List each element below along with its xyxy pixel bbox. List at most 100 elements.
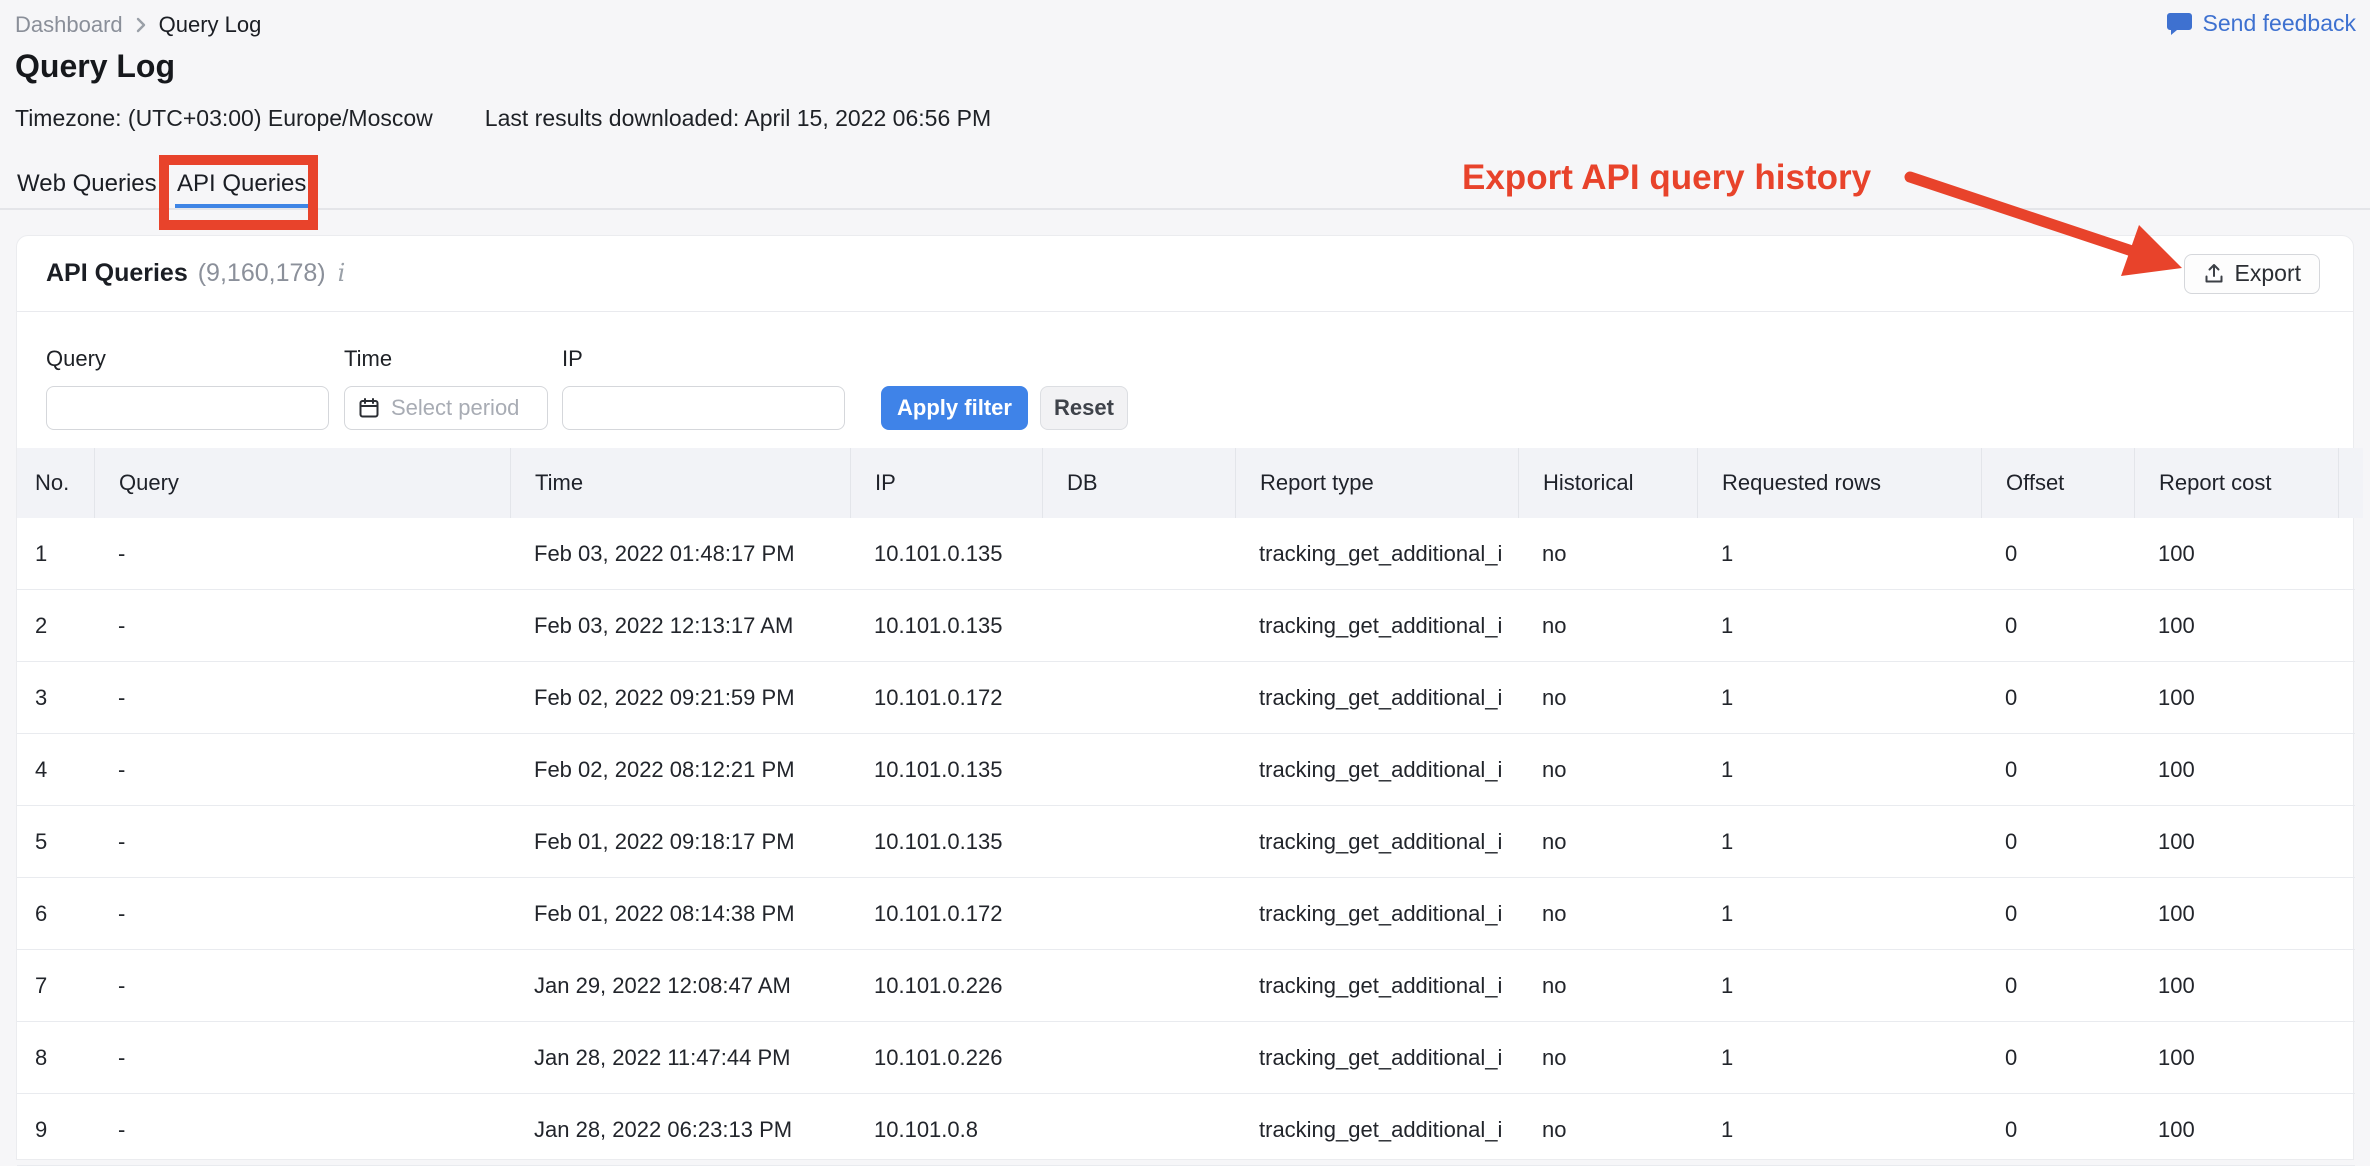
cell-db [1042,1094,1235,1165]
col-header-historical: Historical [1518,448,1697,518]
send-feedback-link[interactable]: Send feedback [2166,10,2356,37]
col-header-db: DB [1042,448,1235,518]
table-row: 3 - Feb 02, 2022 09:21:59 PM 10.101.0.17… [17,662,2355,734]
cell-query: - [94,662,510,733]
cell-time: Feb 02, 2022 08:12:21 PM [510,734,850,805]
cell-query: - [94,518,510,589]
cell-offset: 0 [1981,518,2134,589]
cell-report-type: tracking_get_additional_i [1235,590,1518,661]
cell-report-cost: 100 [2134,734,2338,805]
cell-query: - [94,950,510,1021]
cell-report-type: tracking_get_additional_i [1235,950,1518,1021]
last-results-text: Last results downloaded: April 15, 2022 … [485,105,991,132]
export-button[interactable]: Export [2184,254,2320,294]
table-row: 4 - Feb 02, 2022 08:12:21 PM 10.101.0.13… [17,734,2355,806]
cell-query: - [94,734,510,805]
calendar-icon [357,396,381,420]
cell-historical: no [1518,518,1697,589]
page-title: Query Log [15,48,175,85]
cell-requested-rows: 1 [1697,734,1981,805]
cell-time: Jan 28, 2022 06:23:13 PM [510,1094,850,1165]
cell-spacer [2338,662,2362,733]
cell-historical: no [1518,1094,1697,1165]
col-header-report-type: Report type [1235,448,1518,518]
table-row: 2 - Feb 03, 2022 12:13:17 AM 10.101.0.13… [17,590,2355,662]
cell-offset: 0 [1981,1094,2134,1165]
cell-historical: no [1518,1022,1697,1093]
col-header-ip: IP [850,448,1042,518]
queries-table: No. Query Time IP DB Report type Histori… [17,448,2355,1166]
cell-report-type: tracking_get_additional_i [1235,806,1518,877]
cell-requested-rows: 1 [1697,590,1981,661]
table-row: 6 - Feb 01, 2022 08:14:38 PM 10.101.0.17… [17,878,2355,950]
cell-spacer [2338,1094,2362,1165]
cell-report-cost: 100 [2134,518,2338,589]
cell-requested-rows: 1 [1697,518,1981,589]
col-header-requested-rows: Requested rows [1697,448,1981,518]
cell-time: Feb 02, 2022 09:21:59 PM [510,662,850,733]
cell-no: 6 [17,878,94,949]
cell-time: Jan 29, 2022 12:08:47 AM [510,950,850,1021]
cell-db [1042,878,1235,949]
cell-ip: 10.101.0.135 [850,734,1042,805]
chevron-right-icon [135,15,147,35]
cell-no: 8 [17,1022,94,1093]
upload-icon [2203,263,2225,285]
cell-query: - [94,806,510,877]
cell-offset: 0 [1981,878,2134,949]
col-header-no: No. [17,448,94,518]
cell-offset: 0 [1981,590,2134,661]
cell-ip: 10.101.0.135 [850,590,1042,661]
cell-spacer [2338,1022,2362,1093]
cell-historical: no [1518,806,1697,877]
cell-db [1042,662,1235,733]
cell-spacer [2338,734,2362,805]
cell-query: - [94,1094,510,1165]
cell-offset: 0 [1981,806,2134,877]
cell-no: 7 [17,950,94,1021]
cell-query: - [94,590,510,661]
table-row: 9 - Jan 28, 2022 06:23:13 PM 10.101.0.8 … [17,1094,2355,1166]
cell-ip: 10.101.0.172 [850,878,1042,949]
breadcrumb-current: Query Log [159,12,262,38]
apply-filter-button[interactable]: Apply filter [881,386,1028,430]
cell-requested-rows: 1 [1697,806,1981,877]
cell-requested-rows: 1 [1697,1022,1981,1093]
cell-historical: no [1518,950,1697,1021]
ip-filter-input[interactable] [562,386,845,430]
export-label: Export [2235,260,2301,287]
time-period-select[interactable]: Select period [344,386,548,430]
cell-db [1042,1022,1235,1093]
cell-historical: no [1518,590,1697,661]
cell-time: Jan 28, 2022 11:47:44 PM [510,1022,850,1093]
cell-report-type: tracking_get_additional_i [1235,1094,1518,1165]
col-header-offset: Offset [1981,448,2134,518]
query-filter-input[interactable] [46,386,329,430]
cell-time: Feb 01, 2022 09:18:17 PM [510,806,850,877]
cell-ip: 10.101.0.226 [850,950,1042,1021]
feedback-bubble-icon [2166,11,2193,37]
cell-ip: 10.101.0.8 [850,1094,1042,1165]
meta-line: Timezone: (UTC+03:00) Europe/Moscow Last… [15,105,991,132]
reset-button[interactable]: Reset [1040,386,1128,430]
cell-ip: 10.101.0.172 [850,662,1042,733]
query-log-page: { "breadcrumb": { "items": ["Dashboard",… [0,0,2370,1160]
cell-historical: no [1518,878,1697,949]
cell-spacer [2338,878,2362,949]
cell-report-type: tracking_get_additional_i [1235,878,1518,949]
cell-report-cost: 100 [2134,590,2338,661]
cell-report-cost: 100 [2134,1022,2338,1093]
cell-db [1042,950,1235,1021]
annotation-text: Export API query history [1462,158,1871,198]
cell-report-cost: 100 [2134,878,2338,949]
cell-spacer [2338,806,2362,877]
cell-no: 3 [17,662,94,733]
cell-report-cost: 100 [2134,1094,2338,1165]
cell-spacer [2338,518,2362,589]
tab-web-queries[interactable]: Web Queries [15,160,159,208]
table-body: 1 - Feb 03, 2022 01:48:17 PM 10.101.0.13… [17,518,2355,1166]
col-header-spacer [2338,448,2363,518]
info-icon[interactable]: i [336,259,346,287]
breadcrumb-dashboard-link[interactable]: Dashboard [15,12,123,38]
cell-no: 4 [17,734,94,805]
